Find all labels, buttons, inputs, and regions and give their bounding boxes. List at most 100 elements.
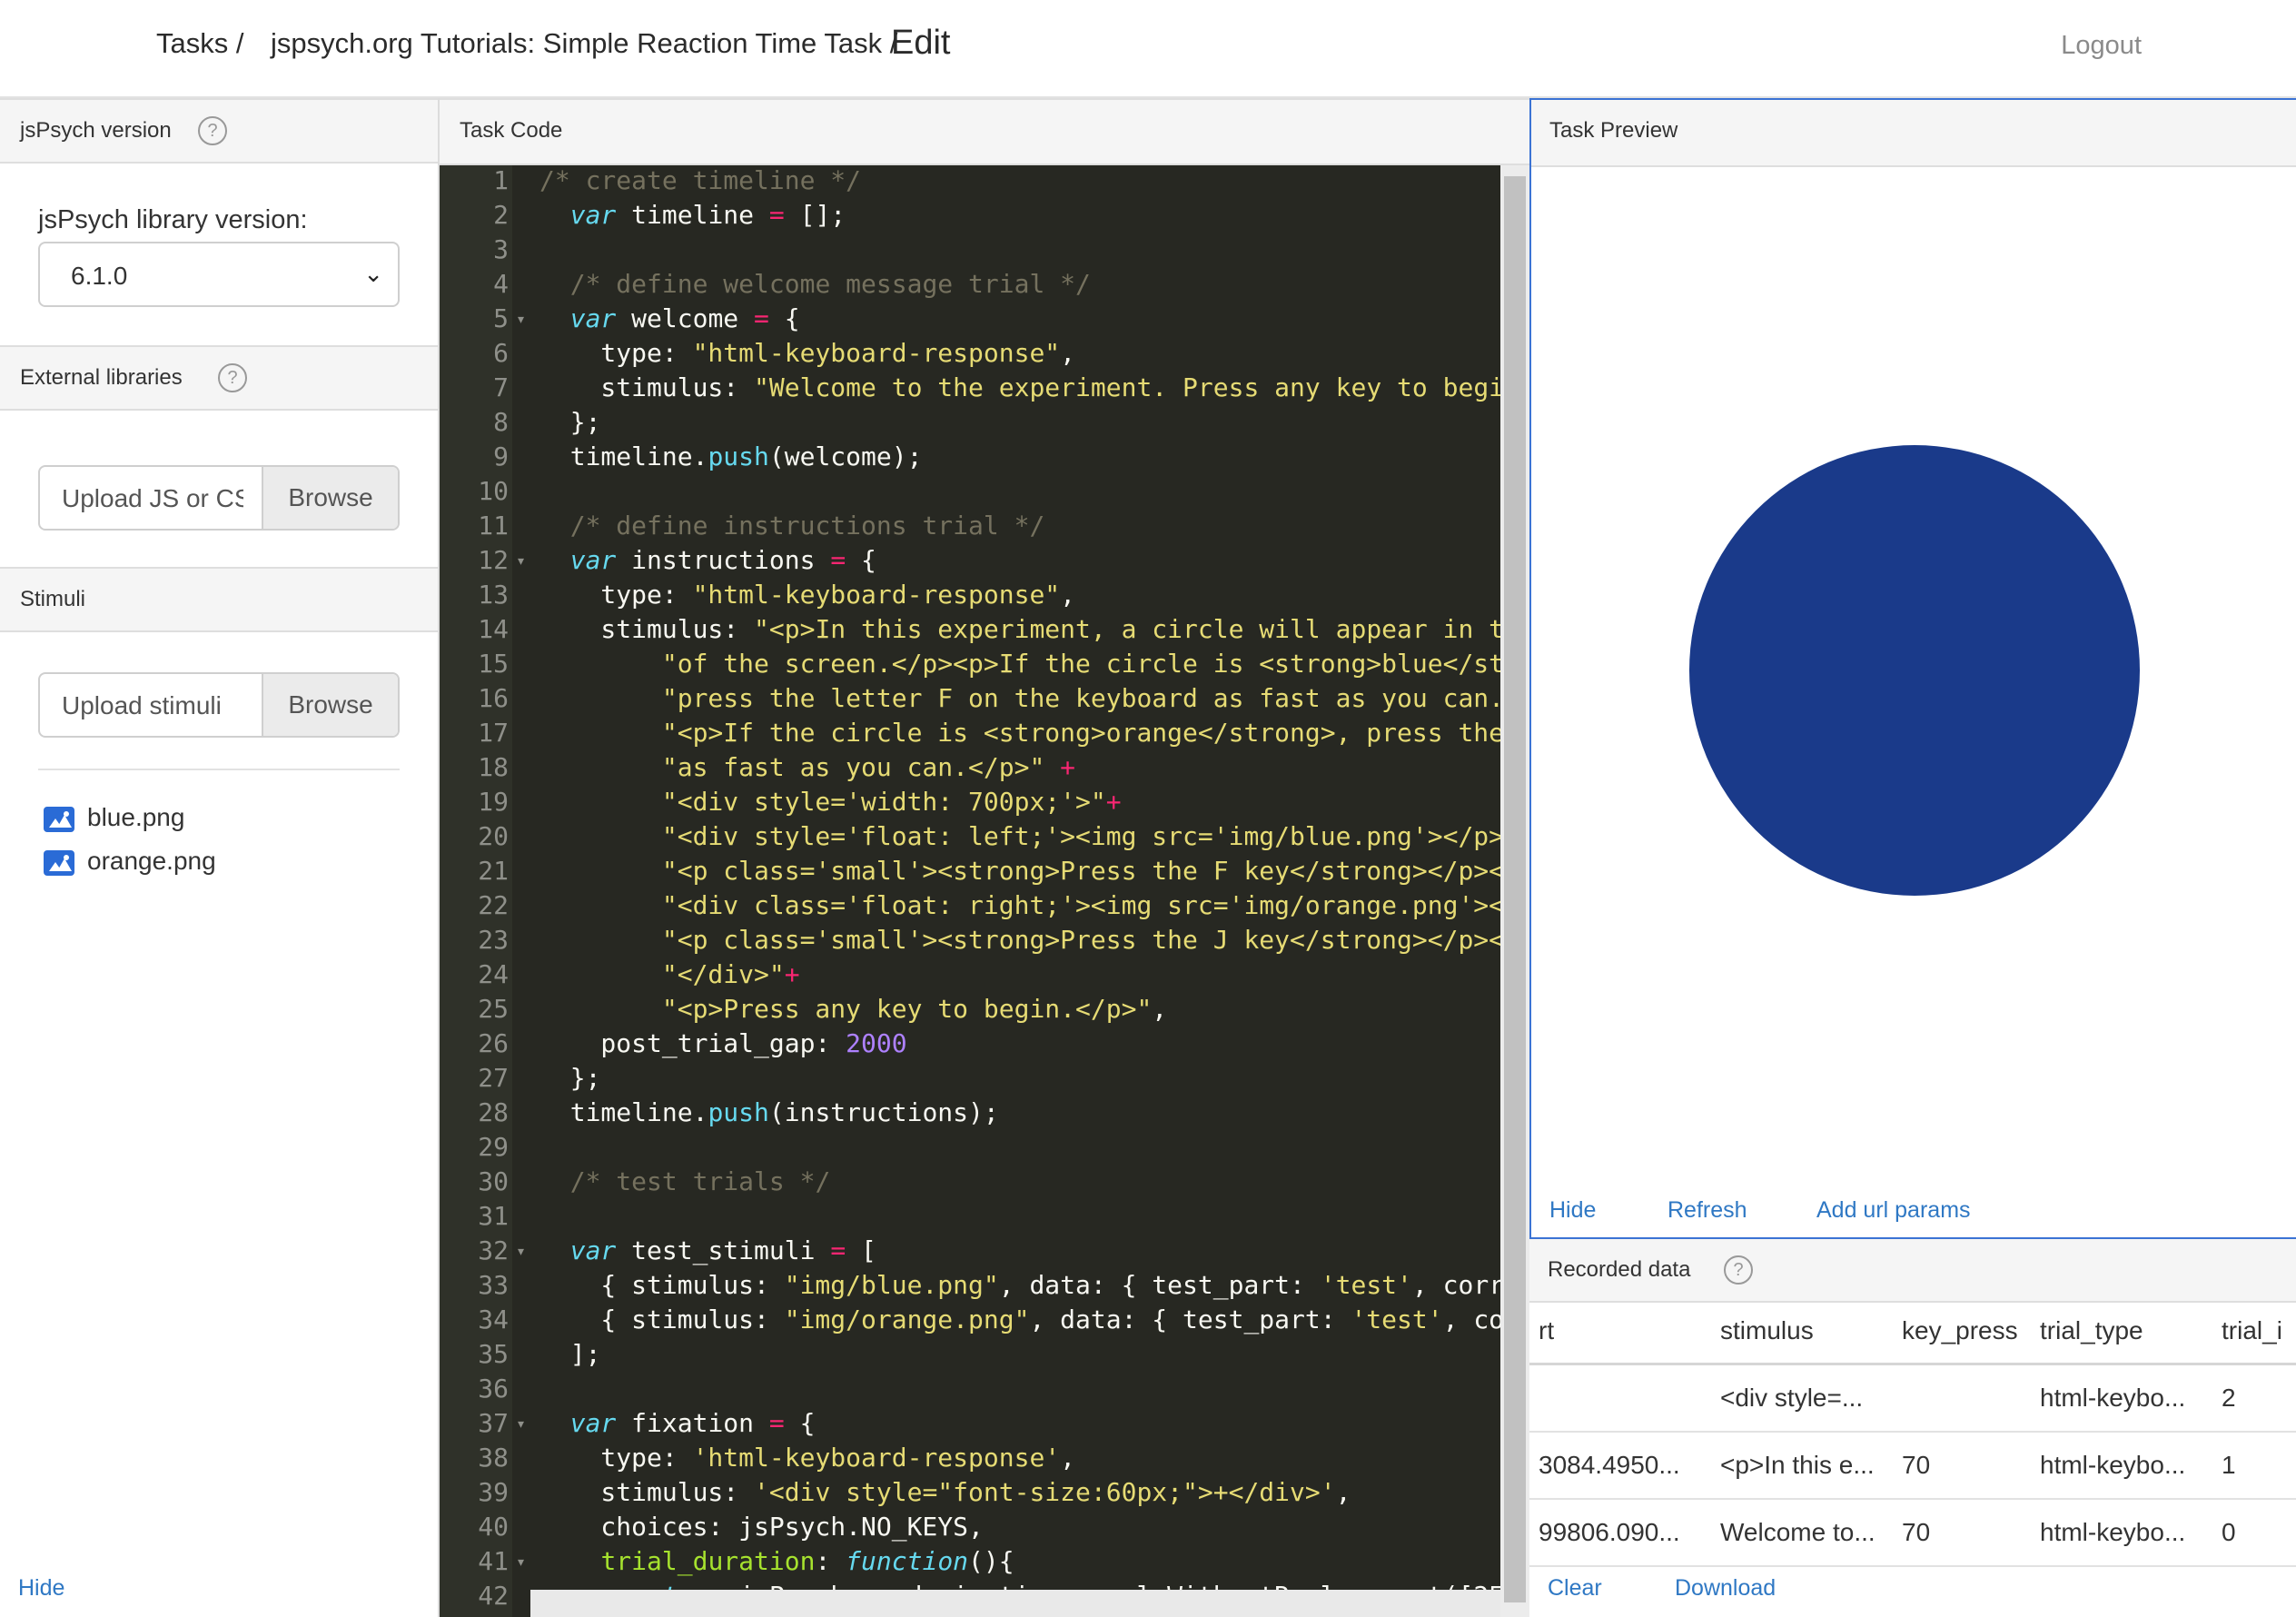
line-number: 23: [478, 925, 509, 955]
table-cell: 99806.090...: [1529, 1499, 1711, 1567]
library-version-value: 6.1.0: [71, 262, 128, 290]
chevron-down-icon: ⌄: [363, 260, 383, 287]
line-number: 10: [478, 476, 509, 506]
table-cell: <div style=...: [1711, 1364, 1893, 1433]
logout-link[interactable]: Logout: [2061, 31, 2142, 61]
task-preview-header: Task Preview: [1531, 100, 2296, 167]
line-number: 29: [478, 1132, 509, 1162]
external-libraries-header: External libraries ?: [0, 345, 438, 411]
table-row: 99806.090... Welcome to... 70 html-keybo…: [1529, 1499, 2296, 1567]
fold-toggle-icon[interactable]: ▾: [518, 554, 524, 569]
stimuli-header: Stimuli: [0, 567, 438, 632]
external-libraries-title: External libraries: [20, 365, 183, 390]
table-cell: 1: [2212, 1432, 2296, 1500]
table-cell: 70: [1893, 1499, 2031, 1567]
line-number: 34: [478, 1305, 509, 1334]
left-sidebar: jsPsych version ? jsPsych library versio…: [0, 98, 440, 1617]
stimulus-file-name: orange.png: [87, 847, 216, 875]
fold-toggle-icon[interactable]: ▾: [518, 1245, 524, 1259]
stimuli-browse-button[interactable]: Browse: [262, 674, 398, 736]
line-number: 9: [493, 441, 509, 471]
recorded-data-title: Recorded data: [1548, 1257, 1691, 1282]
line-number: 36: [478, 1374, 509, 1404]
table-cell: <p>In this e...: [1711, 1432, 1893, 1500]
table-row: 3084.4950... <p>In this e... 70 html-key…: [1529, 1432, 2296, 1500]
line-gutter: 1 2 3 4 5 ▾ 6 7 8 9 10 11 12 ▾ 13 14 15 16 17 18 19 20 21 22 23 2…: [440, 165, 524, 1617]
table-cell: html-keybo...: [2031, 1364, 2212, 1433]
task-preview-title: Task Preview: [1549, 118, 1678, 143]
breadcrumb-tasks[interactable]: Tasks /: [156, 27, 243, 60]
line-number: 6: [493, 338, 509, 368]
table-cell: 70: [1893, 1432, 2031, 1500]
line-number: 1: [493, 165, 509, 195]
line-number: 7: [493, 372, 509, 402]
line-number: 28: [478, 1097, 509, 1127]
line-number: 13: [478, 580, 509, 610]
line-number: 25: [478, 994, 509, 1024]
line-number: 38: [478, 1443, 509, 1473]
line-number: 24: [478, 959, 509, 989]
table-cell: html-keybo...: [2031, 1499, 2212, 1567]
table-cell: 2: [2212, 1364, 2296, 1433]
stimuli-title: Stimuli: [20, 587, 86, 611]
library-version-label: jsPsych library version:: [38, 205, 308, 234]
line-number: 22: [478, 890, 509, 920]
line-number: 5: [493, 303, 509, 333]
recorded-data-table: rt stimulus key_press trial_type trial_i…: [1529, 1299, 2296, 1567]
help-icon[interactable]: ?: [218, 363, 247, 392]
stimulus-file[interactable]: blue.png: [44, 803, 184, 832]
code-editor[interactable]: 1 2 3 4 5 ▾ 6 7 8 9 10 11 12 ▾ 13 14 15 16 17 18 19 20 21 22 23 2…: [440, 165, 1500, 1617]
column-header[interactable]: rt: [1529, 1299, 1711, 1365]
line-number: 41: [478, 1546, 509, 1576]
image-icon: [44, 849, 74, 876]
line-number: 4: [493, 269, 509, 299]
external-library-browse-button[interactable]: Browse: [262, 467, 398, 529]
task-preview-panel: Task Preview Hide Refresh Add url params: [1529, 98, 2296, 1239]
jspsych-version-header: jsPsych version ?: [0, 98, 438, 164]
stimulus-circle: [1689, 445, 2140, 896]
external-library-upload[interactable]: Upload JS or CSS Browse: [38, 465, 400, 531]
help-icon[interactable]: ?: [198, 116, 227, 145]
clear-link[interactable]: Clear: [1548, 1575, 1602, 1602]
breadcrumb-task[interactable]: jspsych.org Tutorials: Simple Reaction T…: [271, 27, 897, 60]
hide-sidebar-link[interactable]: Hide: [18, 1575, 64, 1602]
stimulus-file[interactable]: orange.png: [44, 847, 216, 876]
line-number: 15: [478, 649, 509, 679]
column-header[interactable]: trial_i: [2212, 1299, 2296, 1365]
download-link[interactable]: Download: [1675, 1575, 1776, 1602]
table-cell: Welcome to...: [1711, 1499, 1893, 1567]
fold-toggle-icon[interactable]: ▾: [518, 312, 524, 327]
table-header-row: rt stimulus key_press trial_type trial_i: [1529, 1299, 2296, 1365]
line-number: 2: [493, 200, 509, 230]
line-number: 26: [478, 1028, 509, 1058]
line-number: 20: [478, 821, 509, 851]
vertical-scrollbar-thumb[interactable]: [1504, 176, 1526, 1602]
horizontal-scrollbar[interactable]: [530, 1590, 1500, 1617]
line-number: 32: [478, 1235, 509, 1265]
line-number: 18: [478, 752, 509, 782]
line-number: 16: [478, 683, 509, 713]
line-number: 33: [478, 1270, 509, 1300]
help-icon[interactable]: ?: [1724, 1255, 1753, 1285]
task-code-title: Task Code: [460, 118, 563, 143]
line-number: 3: [493, 234, 509, 264]
column-header[interactable]: trial_type: [2031, 1299, 2212, 1365]
divider: [38, 769, 400, 770]
add-url-params-link[interactable]: Add url params: [1816, 1197, 1971, 1224]
jspsych-version-title: jsPsych version: [20, 118, 172, 143]
column-header[interactable]: key_press: [1893, 1299, 2031, 1365]
hide-preview-link[interactable]: Hide: [1549, 1197, 1596, 1224]
fold-toggle-icon[interactable]: ▾: [518, 1555, 524, 1570]
stimuli-upload[interactable]: Upload stimuli Browse: [38, 672, 400, 738]
refresh-link[interactable]: Refresh: [1668, 1197, 1747, 1224]
image-icon: [44, 806, 74, 832]
stimuli-upload-placeholder: Upload stimuli: [62, 691, 222, 719]
library-version-select[interactable]: 6.1.0 ⌄: [38, 242, 400, 307]
column-header[interactable]: stimulus: [1711, 1299, 1893, 1365]
line-number: 11: [478, 511, 509, 541]
line-number: 35: [478, 1339, 509, 1369]
line-number: 12: [478, 545, 509, 575]
stimulus-file-name: blue.png: [87, 803, 185, 831]
fold-toggle-icon[interactable]: ▾: [518, 1417, 524, 1432]
right-panel: Task Preview Hide Refresh Add url params…: [1529, 98, 2296, 1617]
